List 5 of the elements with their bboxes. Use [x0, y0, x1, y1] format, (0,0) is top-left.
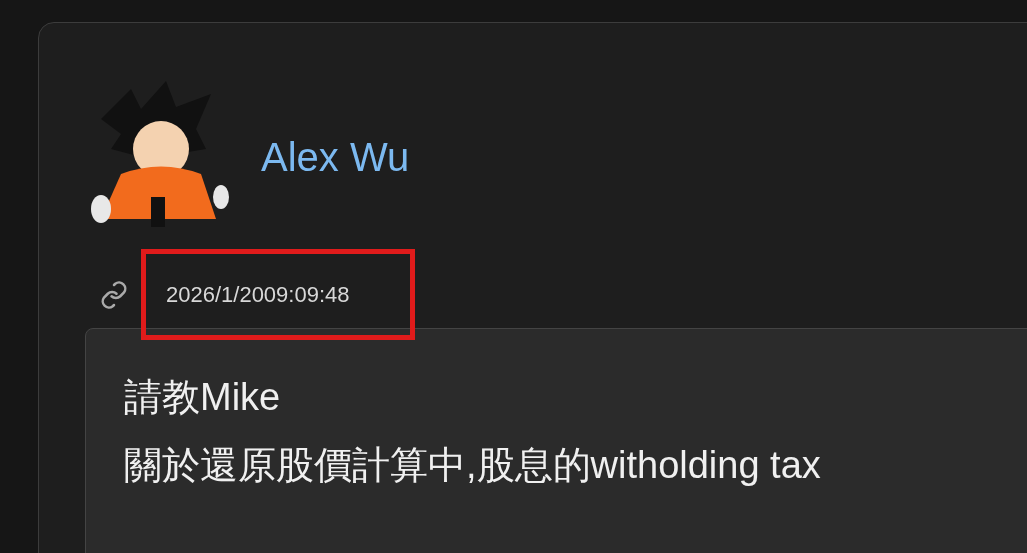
message-line: 關於還原股價計算中,股息的witholding tax: [124, 443, 822, 488]
post-timestamp: 2026/1/2009:09:48: [166, 281, 350, 309]
link-icon[interactable]: [99, 279, 129, 310]
author-name[interactable]: Alex Wu: [261, 127, 410, 187]
message-line: 請教Mike: [124, 375, 282, 420]
